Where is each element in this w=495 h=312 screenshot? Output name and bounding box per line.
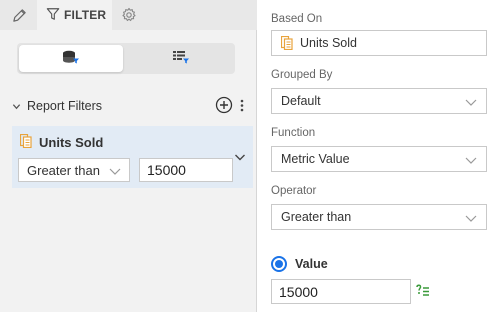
filter-operator-value: Greater than — [27, 162, 100, 178]
metric-icon — [281, 36, 293, 50]
gear-icon[interactable] — [118, 4, 140, 26]
grouped-by-select[interactable]: Default — [271, 88, 487, 114]
expression-builder-icon[interactable] — [415, 283, 431, 302]
chevron-down-icon — [465, 96, 477, 110]
metric-icon — [19, 133, 32, 151]
grouped-by-label: Grouped By — [271, 69, 333, 81]
panel-tabbar: FILTER — [0, 0, 257, 30]
filter-type-toggle — [17, 43, 235, 74]
based-on-label: Based On — [271, 13, 323, 25]
chevron-down-icon — [109, 164, 121, 179]
grouped-by-value: Default — [281, 94, 321, 108]
database-filter-toggle[interactable] — [19, 45, 123, 72]
chevron-down-icon — [465, 212, 477, 226]
funnel-icon — [46, 7, 60, 24]
filter-card[interactable]: Units Sold Greater than — [12, 126, 253, 188]
based-on-field[interactable]: Units Sold — [271, 30, 487, 56]
chevron-down-icon[interactable] — [12, 99, 21, 114]
chevron-down-icon[interactable] — [234, 150, 246, 165]
radio-selected-dot — [275, 260, 283, 268]
operator-select[interactable]: Greater than — [271, 204, 487, 230]
pencil-icon[interactable] — [8, 4, 30, 26]
table-filter-toggle[interactable] — [129, 45, 233, 72]
function-value: Metric Value — [281, 152, 350, 166]
operator-value: Greater than — [281, 210, 352, 224]
filter-panel: FILTER Report Filters Units Sold Greater… — [0, 0, 257, 312]
filter-name: Units Sold — [19, 133, 104, 151]
filter-name-label: Units Sold — [39, 135, 104, 150]
value-radio-label: Value — [295, 257, 328, 271]
value-radio[interactable] — [271, 256, 287, 272]
function-label: Function — [271, 127, 316, 139]
report-filters-header: Report Filters — [12, 96, 252, 116]
tab-filter-label: FILTER — [64, 8, 107, 22]
filter-properties-panel: Based On Units Sold Grouped By Default F… — [258, 0, 495, 312]
tab-filter[interactable]: FILTER — [37, 0, 112, 30]
more-options-icon[interactable] — [239, 97, 247, 115]
report-filters-title: Report Filters — [27, 99, 103, 113]
database-filter-icon — [62, 50, 80, 67]
add-filter-button[interactable] — [215, 96, 233, 114]
chevron-down-icon — [465, 154, 477, 168]
value-input[interactable] — [271, 279, 411, 304]
plus-circle-icon — [215, 96, 233, 114]
filter-operator-select[interactable]: Greater than — [18, 158, 130, 182]
filter-value-input[interactable] — [139, 158, 233, 182]
operator-label: Operator — [271, 185, 317, 197]
table-filter-icon — [172, 50, 190, 67]
based-on-value: Units Sold — [300, 36, 357, 50]
function-select[interactable]: Metric Value — [271, 146, 487, 172]
value-radio-row[interactable]: Value — [271, 256, 328, 272]
